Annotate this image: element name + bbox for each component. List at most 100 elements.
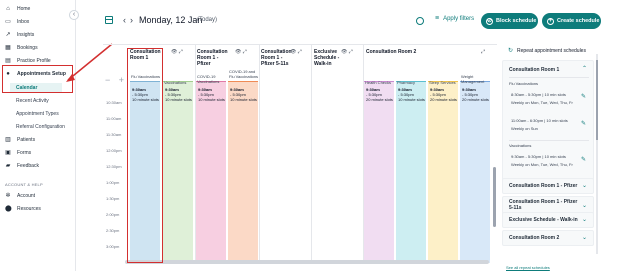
schedule-lane[interactable]: COVID-19 and Flu Vaccinations 9:30am - 5:… (228, 69, 258, 263)
sidebar: ‹ ⌂ Home ▭ Inbox ↗ Insights ▦ Bookings ▤… (0, 0, 79, 271)
slot-length: 20 minute slots (430, 97, 457, 102)
sidebar-item-forms[interactable]: ▣ Forms (5, 147, 31, 158)
sidebar-item-insights[interactable]: ↗ Insights (5, 29, 34, 40)
time-label: 2:00pm (106, 212, 120, 217)
sidebar-item-resources[interactable]: ⬤ Resources (5, 203, 41, 214)
slot-info: 9:30am - 5:30pm 10 minute slots (165, 87, 192, 102)
column-actions-icon[interactable]: 👁 ⤢ (341, 49, 353, 55)
column-divider (259, 45, 260, 263)
sidebar-item-home[interactable]: ⌂ Home (5, 3, 30, 14)
time-label: 10:30am (106, 100, 122, 105)
prev-day-button[interactable]: ‹ (123, 15, 126, 25)
column-actions-icon[interactable]: ⤢ (481, 49, 485, 55)
schedule-section[interactable]: Consultation Room 2 ⌄ (502, 230, 594, 246)
feedback-icon: ▰ (5, 162, 11, 169)
zoom-in-button[interactable]: + (119, 75, 124, 85)
highlight-box (127, 48, 163, 263)
panel-scrollbar-thumb[interactable] (596, 60, 598, 140)
settings-icon[interactable] (416, 17, 424, 25)
schedule-entry-time: 11:00am - 6:30pm | 10 min slots (511, 118, 568, 123)
chevron-down-icon[interactable]: ⌄ (582, 216, 587, 223)
forms-icon: ▣ (5, 149, 11, 156)
sidebar-collapse-button[interactable]: ‹ (69, 10, 79, 20)
sidebar-item-feedback[interactable]: ▰ Feedback (5, 160, 39, 171)
sidebar-item-patients[interactable]: ▥ Patients (5, 134, 35, 145)
sidebar-subitem-recent-activity[interactable]: Recent Activity (16, 98, 49, 104)
schedule-entry-time: 9:30am - 5:30pm | 10 min slots (511, 154, 566, 159)
apply-filters-button[interactable]: ≡ Apply filters (435, 15, 474, 22)
column-divider (311, 45, 312, 263)
sidebar-item-bookings[interactable]: ▦ Bookings (5, 42, 38, 53)
sidebar-item-account[interactable]: ✲ Account (5, 190, 35, 201)
column-actions-icon[interactable]: 👁 ⤢ (235, 49, 247, 55)
chevron-down-icon[interactable]: ⌄ (582, 182, 587, 189)
edit-icon[interactable]: ✎ (581, 120, 586, 127)
column-actions-icon[interactable]: 👁 ⤢ (171, 49, 183, 55)
vertical-scrollbar[interactable] (493, 167, 496, 227)
schedule-lane[interactable]: Health Checks 9:30am - 5:30pm 20 minute sl… (364, 80, 394, 263)
repeat-schedules-panel: ↻ Repeat appointment schedules Consultat… (500, 44, 600, 271)
sidebar-item-label: Insights (17, 31, 35, 38)
inbox-icon: ▭ (5, 18, 11, 25)
group-label: Vaccinations (509, 143, 532, 148)
filter-icon: ≡ (435, 15, 440, 22)
schedule-lane[interactable]: Vaccinations 9:30am - 5:30pm 10 minute slo… (163, 80, 193, 263)
block-icon: ⊘ (486, 17, 493, 25)
slot-info: 9:30am - 5:30pm 10 minute slots (230, 87, 257, 102)
schedule-lane[interactable]: Weight Management 9:30am - 5:30pm 20 minut… (460, 74, 490, 263)
chevron-down-icon[interactable]: ⌄ (582, 202, 587, 209)
sidebar-item-label: Feedback (17, 162, 39, 169)
create-schedule-button[interactable]: + Create schedule (542, 13, 601, 29)
column-actions-icon[interactable]: 👁 ⤢ (290, 49, 302, 55)
section-title: Exclusive Schedule - Walk-in (509, 217, 578, 223)
current-date: Monday, 12 Jan (139, 15, 203, 25)
block-schedule-label: Block schedule (496, 18, 537, 24)
today-label: (Today) (197, 17, 218, 23)
sidebar-subitem-appointment-types[interactable]: Appointment Types (16, 111, 59, 117)
bookings-icon: ▦ (5, 44, 11, 51)
schedule-lane[interactable]: COVID-19 Vaccinations 9:30am - 5:30pm 10 m… (196, 74, 226, 263)
edit-icon[interactable]: ✎ (581, 156, 586, 163)
group-label: Flu Vaccinations (509, 81, 539, 86)
pin-icon: ⬤ (5, 205, 12, 212)
apply-filters-label: Apply filters (443, 15, 475, 22)
schedule-entry-days: Weekly on Mon, Tue, Wed, Thu, Fr (511, 100, 573, 105)
section-title[interactable]: Consultation Room 1 (509, 67, 559, 73)
repeat-icon: ↻ (508, 48, 514, 54)
insights-icon: ↗ (5, 31, 11, 38)
chevron-up-icon[interactable]: ⌃ (582, 65, 587, 72)
divider (509, 140, 589, 141)
sidebar-subitem-referral-configuration[interactable]: Referral Configuration (16, 124, 65, 130)
block-schedule-button[interactable]: ⊘ Block schedule (481, 13, 538, 29)
chevron-down-icon[interactable]: ⌄ (582, 234, 587, 241)
slot-info: 9:30am - 5:30pm 10 minute slots (398, 87, 425, 102)
schedule-section[interactable]: Exclusive Schedule - Walk-in ⌄ (502, 212, 594, 228)
sidebar-item-inbox[interactable]: ▭ Inbox (5, 16, 29, 27)
calendar-icon[interactable] (105, 16, 113, 24)
see-all-link[interactable]: See all repeat schedules (506, 265, 550, 270)
schedule-section[interactable]: Consultation Room 1 - Pfizer ⌄ (502, 178, 594, 194)
column-header: Consultation Room 2 (366, 49, 417, 55)
horizontal-scrollbar[interactable] (125, 260, 489, 264)
divider (509, 77, 589, 78)
slot-length: 10 minute slots (198, 97, 225, 102)
sidebar-item-label: Patients (17, 136, 36, 143)
column-header: Consultation Room 1 - Pfizer (197, 49, 228, 67)
sidebar-item-label: Resources (17, 205, 41, 212)
sidebar-item-label: Home (17, 5, 31, 12)
calendar-grid: − + 10:30am 11:00am 11:30am 12:00pm 12:3… (103, 44, 497, 265)
section-label-account-help: ACCOUNT & HELP (5, 182, 43, 187)
schedule-entry-days: Weekly on Mon, Tue, Wed, Thu, Fr (511, 162, 573, 167)
sidebar-item-label: Bookings (17, 44, 38, 51)
slot-info: 9:30am - 5:30pm 20 minute slots (430, 87, 457, 102)
lane-label: COVID-19 Vaccinations (197, 74, 220, 84)
lane-label: COVID-19 and Flu Vaccinations (229, 69, 259, 79)
edit-icon[interactable]: ✎ (581, 93, 586, 100)
schedule-lane[interactable]: Pharmacy 9:30am - 5:30pm 10 minute slots (396, 80, 426, 263)
zoom-out-button[interactable]: − (105, 75, 110, 85)
next-day-button[interactable]: › (130, 15, 133, 25)
gear-icon: ✲ (5, 192, 11, 199)
slot-length: 20 minute slots (366, 97, 393, 102)
lane-label: Weight Management (461, 74, 485, 84)
schedule-lane[interactable]: Sleep Services 9:30am - 5:30pm 20 minute s… (428, 80, 458, 263)
